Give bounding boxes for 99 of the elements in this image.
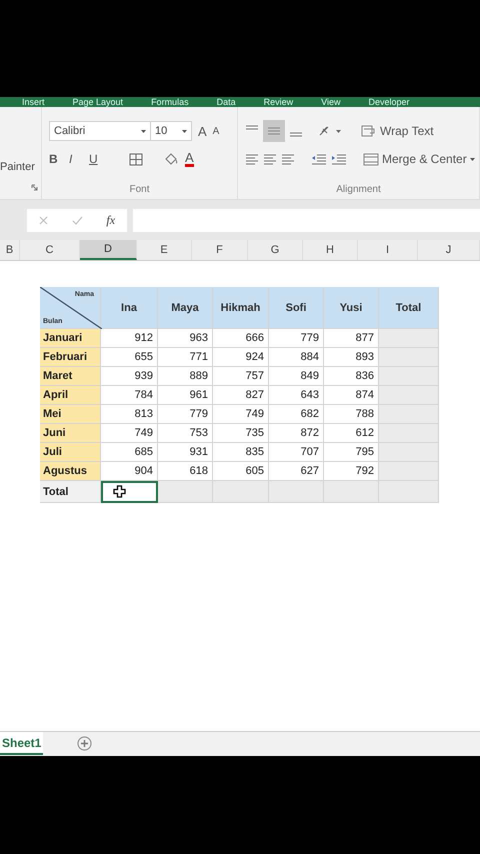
total-cell [379,405,439,424]
group-label: Alignment [335,184,382,195]
total-cell [379,443,439,462]
font-name-dropdown[interactable]: Calibri [49,121,151,141]
column-header[interactable]: B [0,240,20,260]
text-align-icon[interactable] [263,153,277,165]
table-cell: 872 [269,424,324,443]
column-header[interactable]: G [248,240,303,260]
format-painter-label[interactable]: Painter [0,161,35,173]
caret-icon [470,158,475,160]
total-cell [379,348,439,367]
insert-function-button[interactable]: fx [106,212,116,228]
wrap-text-icon [361,125,377,137]
table-cell: 884 [269,348,324,367]
table-cell: 771 [158,348,213,367]
column-header[interactable]: E [137,240,192,260]
table-cell: 655 [101,348,158,367]
table-cell: 643 [269,386,324,405]
font-color-button[interactable]: A [185,152,194,166]
column-heading: Hikmah [213,287,269,329]
table-cell: 931 [158,443,213,462]
table-cell: 835 [213,443,269,462]
font-size-dropdown[interactable]: 10 [150,121,192,141]
caret-icon [141,130,146,132]
ribbon-tab[interactable]: Formulas [151,97,189,107]
table-cell: 813 [101,405,158,424]
column-heading: Maya [158,287,213,329]
column-header[interactable]: F [192,240,248,260]
table-cell: 685 [101,443,158,462]
decrease-font-button[interactable]: A [212,126,220,136]
month-cell: Agustus [40,462,101,481]
total-cell [379,329,439,348]
table-cell: 749 [213,405,269,424]
format-button[interactable]: I [69,152,83,166]
orientation-icon[interactable] [319,125,343,137]
table-cell: 753 [158,424,213,443]
increase-indent-icon[interactable] [331,153,347,165]
wrap-text-button[interactable]: Wrap Text [361,124,434,138]
merge-cells-icon [363,152,379,166]
column-heading: Total [379,287,439,329]
ribbon-tab[interactable]: Data [216,97,236,107]
column-heading: Ina [101,287,158,329]
group-label: Font [128,184,150,195]
ribbon-tab[interactable]: Review [264,97,294,107]
column-header[interactable]: D [80,240,137,260]
ribbon-tab[interactable]: Developer [368,97,410,107]
text-align-icon[interactable] [245,153,259,165]
cross-cursor-icon [113,485,126,498]
format-button[interactable]: U [89,152,103,166]
total-cell [379,462,439,481]
table-cell: 682 [269,405,324,424]
month-cell: Februari [40,348,101,367]
ribbon-tab[interactable]: Page Layout [72,97,124,107]
fill-bucket-icon[interactable] [163,152,179,166]
text-align-icon[interactable] [281,153,295,165]
month-cell: April [40,386,101,405]
column-header[interactable]: I [358,240,418,260]
align-middle-icon[interactable] [263,120,285,142]
table-cell: 924 [213,348,269,367]
borders-icon[interactable] [129,152,143,166]
ribbon-tab[interactable]: View [321,97,340,107]
table-cell: 849 [269,367,324,386]
table-cell: 963 [158,329,213,348]
month-cell: Juli [40,443,101,462]
month-cell: Mei [40,405,101,424]
month-cell: Juni [40,424,101,443]
month-cell: Januari [40,329,101,348]
total-cell[interactable] [101,481,158,503]
ribbon-tab[interactable]: Insert [22,97,45,107]
total-label-cell: Total [40,481,101,503]
table-cell: 749 [101,424,158,443]
table-cell: 779 [269,329,324,348]
total-cell [379,424,439,443]
table-cell: 666 [213,329,269,348]
table-cell: 889 [158,367,213,386]
column-heading: Sofi [269,287,324,329]
column-header[interactable]: J [418,240,480,260]
decrease-indent-icon[interactable] [311,153,327,165]
merge-center-button[interactable]: Merge & Center [363,152,475,166]
table-cell: 912 [101,329,158,348]
table-cell: 961 [158,386,213,405]
total-cell [379,386,439,405]
month-cell: Maret [40,367,101,386]
table-cell: 784 [101,386,158,405]
table-cell: 757 [213,367,269,386]
sheet-tab[interactable]: Sheet1 [0,732,44,755]
increase-font-button[interactable]: A [198,124,207,138]
table-cell: 707 [269,443,324,462]
table-cell: 735 [213,424,269,443]
column-heading: Yusi [324,287,379,329]
table-cell: 827 [213,386,269,405]
table-cell: 779 [158,405,213,424]
table-cell: 939 [101,367,158,386]
column-header[interactable]: H [303,240,358,260]
dialog-launcher-icon[interactable] [31,184,38,191]
total-cell [379,367,439,386]
caret-icon [182,130,187,132]
format-button[interactable]: B [49,152,63,166]
add-sheet-icon[interactable] [77,736,92,751]
